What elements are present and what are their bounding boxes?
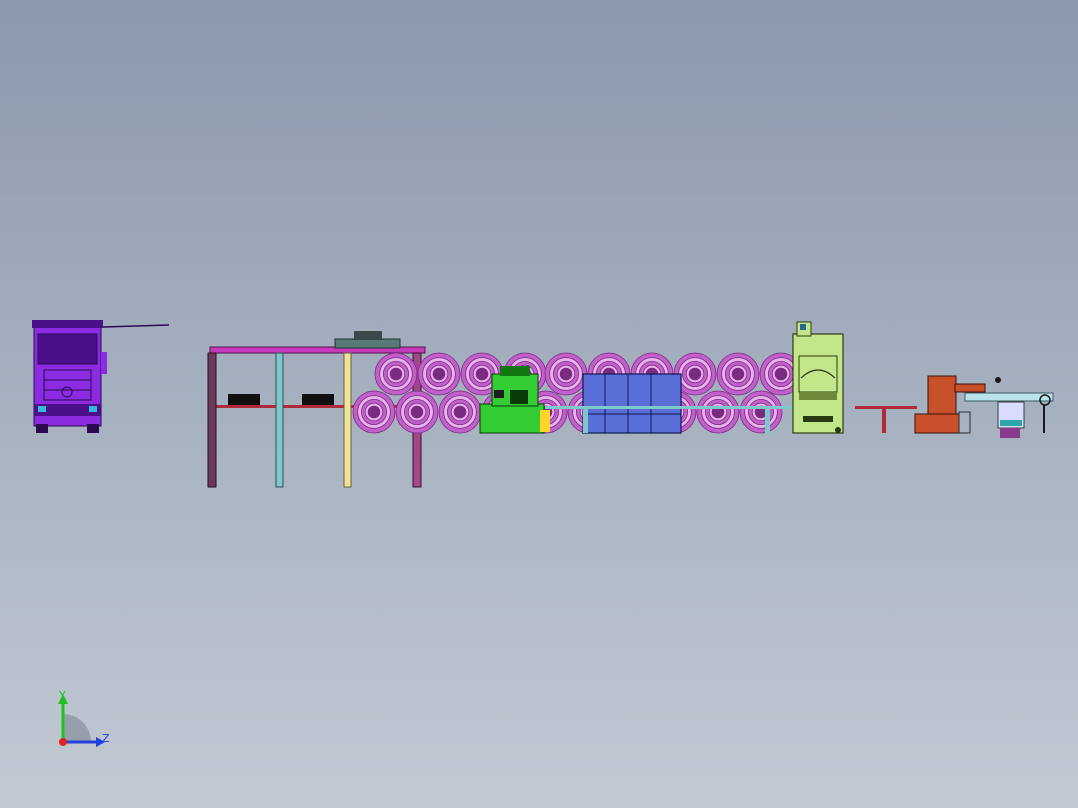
coil-cradle-2 [302, 394, 334, 405]
coil [438, 390, 482, 434]
truck-headlight-right [89, 406, 97, 412]
stacker-arm [954, 383, 986, 393]
axis-y-label: Y [59, 689, 66, 702]
leveler-roller-box [510, 390, 528, 404]
assembly-drawing[interactable] [0, 0, 1078, 808]
output-conveyor[interactable] [855, 406, 917, 433]
press-bolster [799, 392, 837, 400]
axis-x-origin-icon [59, 738, 67, 746]
truck-wheel-left [36, 424, 48, 433]
coil-cradle-1 [228, 394, 260, 405]
truck-front-view[interactable] [32, 320, 170, 433]
coil [395, 390, 439, 434]
strip-line [545, 406, 795, 409]
truck-wheel-right [87, 424, 99, 433]
truck-antenna [102, 324, 170, 328]
truck-windshield [37, 333, 98, 365]
coil [739, 390, 783, 434]
frame-post-3 [343, 352, 352, 488]
outlet-stand [1043, 405, 1045, 433]
coil [374, 352, 418, 396]
strip-leg [765, 409, 770, 433]
truck-headlight-left [38, 406, 46, 412]
press-die-base [803, 416, 833, 422]
outlet-station[interactable] [964, 392, 1054, 438]
frame-post-1 [207, 352, 217, 488]
conveyor-leg [882, 409, 886, 433]
stacker-fence [958, 411, 971, 434]
leveler-gearbox [494, 390, 504, 398]
coil [352, 390, 396, 434]
feeder-leg [583, 408, 588, 433]
cad-viewport[interactable]: Y Z [0, 0, 1078, 808]
feeder-frame [582, 373, 682, 434]
outlet-legs [1000, 428, 1020, 438]
conveyor-belt [855, 406, 917, 409]
truck-roof [32, 320, 103, 328]
stacker-unit[interactable] [914, 375, 1001, 434]
leveler-top [500, 366, 530, 376]
coil [417, 352, 461, 396]
outlet-fixture [1000, 420, 1022, 426]
frame-crane-carriage [334, 338, 401, 349]
coil [696, 390, 740, 434]
servo-feeder[interactable] [582, 373, 682, 434]
frame-crane-motor [354, 331, 382, 340]
frame-post-2 [275, 352, 284, 488]
stamping-press[interactable] [792, 321, 844, 434]
press-crown-cap [800, 324, 806, 330]
coil [544, 352, 588, 396]
press-foot-icon [835, 427, 841, 433]
triad-quadrant [63, 714, 91, 742]
leveler-panel [540, 410, 550, 432]
axis-z-label: Z [102, 732, 110, 745]
truck-mirror [101, 352, 107, 374]
stacker-pivot-icon [995, 377, 1001, 383]
stacker-base [914, 413, 960, 434]
coil [716, 352, 760, 396]
stacker-column [927, 375, 957, 415]
steel-coils[interactable] [352, 352, 803, 434]
leveler-base [479, 403, 545, 434]
